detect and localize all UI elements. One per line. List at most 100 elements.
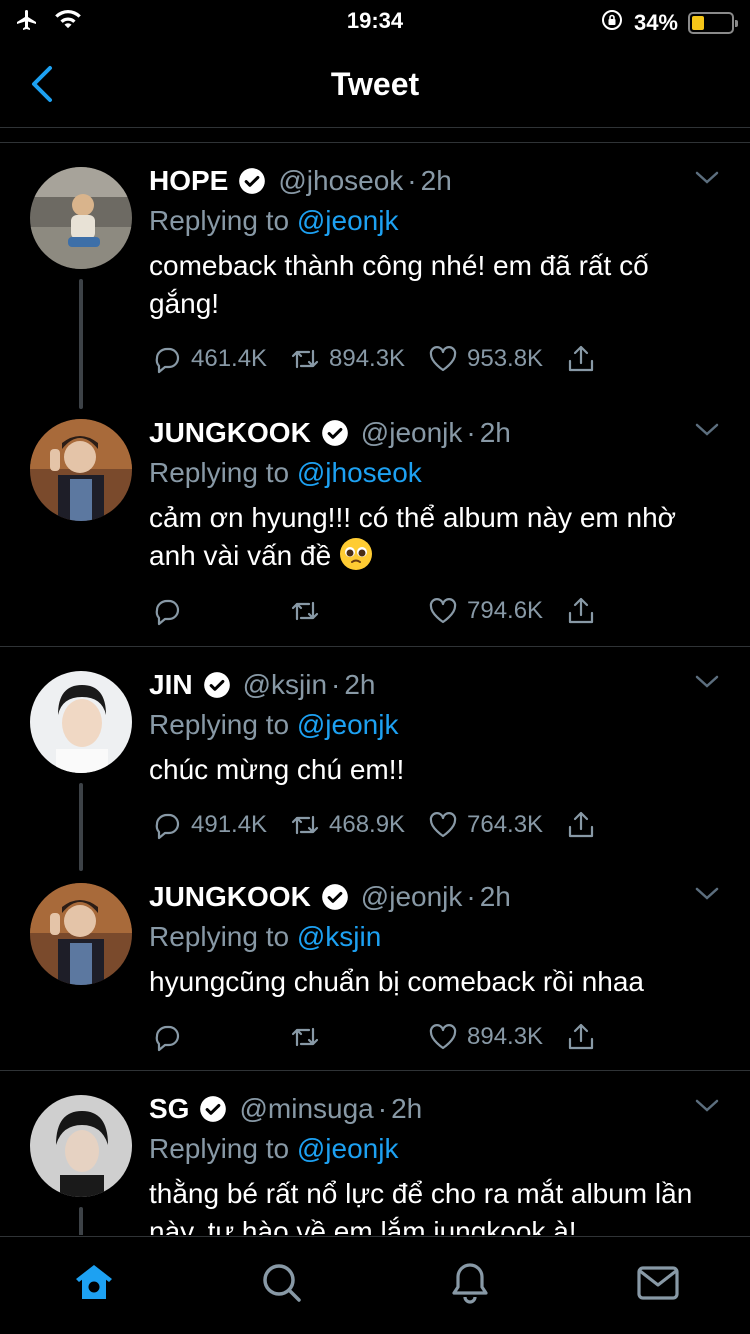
like-count: 894.3K [467,1023,544,1050]
tab-home[interactable] [70,1259,118,1307]
verified-badge-icon [321,420,348,446]
reply-mention-link[interactable]: @jhoseok [297,457,422,488]
share-icon [568,345,594,372]
share-icon [568,811,594,838]
display-name[interactable]: JIN [149,667,193,703]
like-count: 953.8K [467,345,544,372]
tweet-header: JUNGKOOK @jeonjk · 2h [149,879,720,915]
tab-notifications[interactable] [446,1259,494,1307]
retweet-button[interactable] [289,595,427,627]
reply-button[interactable]: 461.4K [151,343,289,375]
chevron-down-icon[interactable] [694,167,720,187]
chevron-down-icon[interactable] [694,883,720,903]
timestamp: 2h [479,881,511,912]
reply-count: 461.4K [191,345,268,372]
reply-button[interactable] [151,595,289,627]
retweet-button[interactable]: 894.3K [289,343,427,375]
tweet-content: SG @minsuga · 2h Replying to @jeonjk thằ… [149,1091,720,1235]
retweet-icon [291,1027,319,1047]
heart-icon [429,346,457,372]
tweet-item[interactable]: JIN @ksjin · 2h Replying to @jeonjk chúc… [0,647,750,871]
share-button[interactable] [565,595,597,627]
share-icon [568,597,594,624]
verified-badge-icon [200,1096,227,1122]
chevron-down-icon[interactable] [694,1095,720,1115]
reply-mention-link[interactable]: @jeonjk [297,205,399,236]
retweet-icon [291,815,319,835]
like-count: 764.3K [467,811,544,838]
tab-search[interactable] [258,1259,306,1307]
tweet-feed[interactable]: HOPE @jhoseok · 2h Replying to @jeonjk c… [0,143,750,1235]
handle[interactable]: @jeonjk [361,879,463,915]
share-button[interactable] [565,809,597,841]
timestamp: 2h [420,165,452,196]
verified-badge-icon [321,884,348,910]
timestamp: 2h [479,417,511,448]
verified-badge-icon [239,168,266,194]
tweet-text: hyungcũng chuẩn bị comeback rồi nhaa [149,966,645,997]
reply-mention-link[interactable]: @jeonjk [297,709,399,740]
tweet-text: cảm ơn hyung!!! có thể album này em nhờ … [149,502,676,571]
handle[interactable]: @ksjin [243,667,327,703]
handle[interactable]: @minsuga [239,1091,373,1127]
display-name[interactable]: JUNGKOOK [149,879,311,915]
tab-bar [0,1236,750,1334]
reply-mention-link[interactable]: @ksjin [297,921,381,952]
separator-dot: · [377,1093,388,1124]
reply-mention-link[interactable]: @jeonjk [297,1133,399,1164]
separator-dot: · [466,417,476,448]
pleading-face-emoji-icon [339,538,372,570]
share-button[interactable] [565,1021,597,1053]
tweet-item[interactable]: JUNGKOOK @jeonjk · 2h Replying to @jhose… [0,395,750,647]
reply-button[interactable] [151,1021,289,1053]
replying-to: Replying to @jeonjk [149,709,399,740]
share-button[interactable] [565,343,597,375]
display-name[interactable]: HOPE [149,163,228,199]
tweet-header: HOPE @jhoseok · 2h [149,163,720,199]
messages-icon [637,1266,679,1300]
avatar[interactable] [30,167,132,269]
thread-line [79,1207,83,1235]
like-button[interactable]: 794.6K [427,595,565,627]
reply-icon [155,599,180,626]
heart-icon [429,598,457,624]
display-name[interactable]: JUNGKOOK [149,415,311,451]
tweet-content: JUNGKOOK @jeonjk · 2h Replying to @jhose… [149,415,720,575]
heart-icon [429,812,457,838]
avatar[interactable] [30,671,132,773]
handle[interactable]: @jeonjk [361,415,463,451]
verified-badge-icon [203,672,230,698]
status-right: 34% [600,8,738,38]
tweet-header: JIN @ksjin · 2h [149,667,720,703]
avatar[interactable] [30,419,132,521]
tweet-header: SG @minsuga · 2h [149,1091,720,1127]
tweet-content: HOPE @jhoseok · 2h Replying to @jeonjk c… [149,163,720,323]
home-icon [76,1265,112,1299]
reply-icon [155,1025,180,1052]
retweet-button[interactable] [289,1021,427,1053]
avatar[interactable] [30,1095,132,1197]
nav-bar: Tweet [0,40,750,128]
thread-line [79,279,83,409]
tab-messages[interactable] [634,1259,682,1307]
reply-button[interactable]: 491.4K [151,809,289,841]
handle[interactable]: @jhoseok [278,163,403,199]
display-name[interactable]: SG [149,1091,189,1127]
orientation-lock-icon [600,8,624,38]
search-icon [263,1264,301,1302]
tweet-text: thằng bé rất nổ lực để cho ra mắt album … [149,1178,693,1235]
like-button[interactable]: 764.3K [427,809,565,841]
chevron-down-icon[interactable] [694,419,720,439]
chevron-down-icon[interactable] [694,671,720,691]
timestamp: 2h [344,669,376,700]
like-button[interactable]: 953.8K [427,343,565,375]
reply-count: 491.4K [191,811,268,838]
avatar[interactable] [30,883,132,985]
tweet-item[interactable]: HOPE @jhoseok · 2h Replying to @jeonjk c… [0,143,750,409]
tweet-item[interactable]: SG @minsuga · 2h Replying to @jeonjk thằ… [0,1071,750,1235]
replying-to: Replying to @jeonjk [149,205,399,236]
like-button[interactable]: 894.3K [427,1021,565,1053]
tweet-item[interactable]: JUNGKOOK @jeonjk · 2h Replying to @ksjin… [0,859,750,1071]
retweet-button[interactable]: 468.9K [289,809,427,841]
retweet-icon [291,601,319,621]
